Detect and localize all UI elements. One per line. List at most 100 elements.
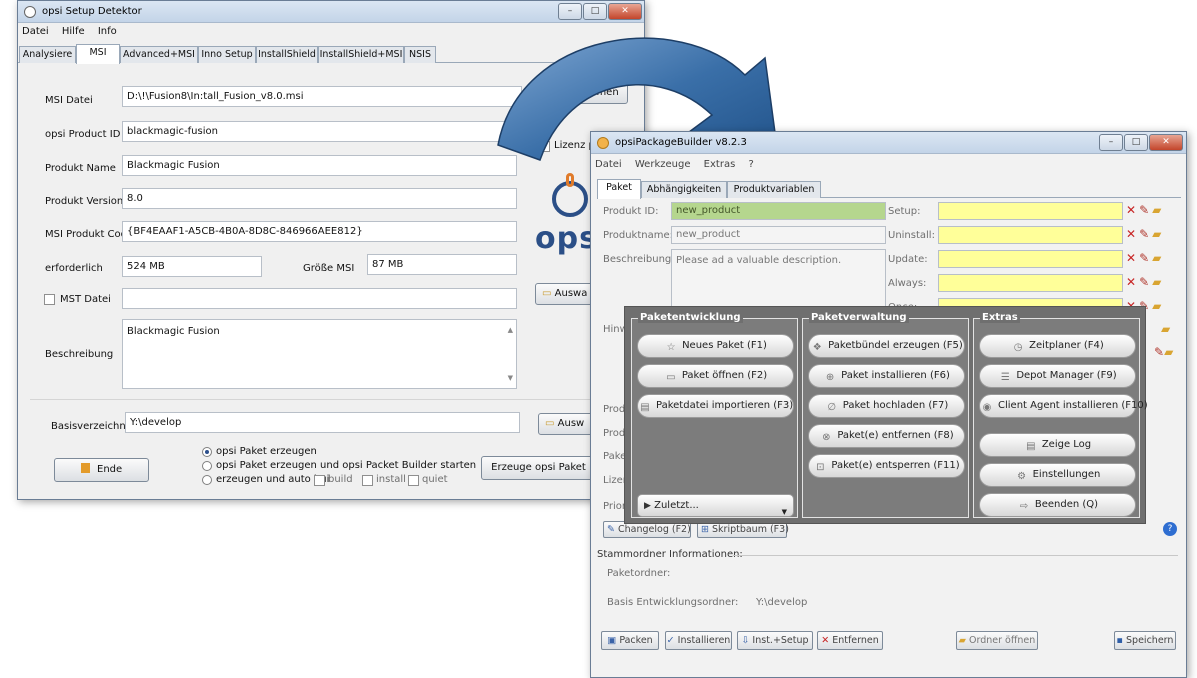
close-button[interactable]: ✕ <box>1149 134 1183 151</box>
build-checkbox[interactable] <box>314 475 325 486</box>
groesse-label: Größe MSI <box>303 263 355 274</box>
edit-icon[interactable]: ✎ <box>1139 251 1149 265</box>
produkt-id-field[interactable]: new_product <box>671 202 886 220</box>
maximize-button[interactable]: □ <box>583 3 607 20</box>
maximize-button[interactable]: □ <box>1124 134 1148 151</box>
edit-icon[interactable]: ✎ <box>1139 227 1149 241</box>
stammordner-header: Stammordner Informationen: <box>597 549 743 560</box>
minimize-button[interactable]: – <box>1099 134 1123 151</box>
install-checkbox[interactable] <box>362 475 373 486</box>
produktname-field[interactable]: new_product <box>671 226 886 244</box>
tab-msi[interactable]: MSI <box>76 44 120 64</box>
scroll-up-icon[interactable]: ▲ <box>508 323 513 337</box>
msi-code-field[interactable]: {BF4EAAF1-A5CB-4B0A-8D8C-846966AEE812} <box>122 221 517 242</box>
tab-abhaengigkeiten[interactable]: Abhängigkeiten <box>641 181 727 198</box>
packen-label: Packen <box>619 635 653 646</box>
delete-icon[interactable]: ✕ <box>1126 275 1136 289</box>
tab-installshield-msi[interactable]: InstallShield+MSI <box>318 46 404 63</box>
zeige-log-button[interactable]: ▤ Zeige Log <box>979 433 1136 457</box>
folder-icon[interactable]: ▰ <box>1164 345 1173 359</box>
speichern-button[interactable]: ▪ Speichern <box>1114 631 1176 650</box>
tab-produktvariablen[interactable]: Produktvariablen <box>727 181 821 198</box>
paket-hochladen-button[interactable]: ∅ Paket hochladen (F7) <box>808 394 965 418</box>
edit-icon[interactable]: ✎ <box>1139 203 1149 217</box>
einstellungen-button[interactable]: ⚙ Einstellungen <box>979 463 1136 487</box>
radio-opsi-paket-builder[interactable] <box>202 461 212 471</box>
menu-datei[interactable]: Datei <box>595 159 622 170</box>
mst-label: MST Datei <box>60 294 111 305</box>
paket-installieren-button[interactable]: ⊕ Paket installieren (F6) <box>808 364 965 388</box>
ende-button[interactable]: Ende <box>54 458 149 482</box>
paket-oeffnen-button[interactable]: ▭ Paket öffnen (F2) <box>637 364 794 388</box>
close-button[interactable]: ✕ <box>608 3 642 20</box>
radio-opsi-paket[interactable] <box>202 447 212 457</box>
installieren-button[interactable]: ✓ Installieren <box>665 631 732 650</box>
neues-paket-button[interactable]: ☆ Neues Paket (F1) <box>637 334 794 358</box>
edit-icon[interactable]: ✎ <box>1139 275 1149 289</box>
paket-entfernen-button[interactable]: ⊗ Paket(e) entfernen (F8) <box>808 424 965 448</box>
agent-icon: ◉ <box>982 402 992 413</box>
depot-manager-button[interactable]: ☰ Depot Manager (F9) <box>979 364 1136 388</box>
tab-nsis[interactable]: NSIS <box>404 46 436 63</box>
delete-icon[interactable]: ✕ <box>1126 203 1136 217</box>
beenden-button[interactable]: ⇨ Beenden (Q) <box>979 493 1136 517</box>
panel-extras: Extras ◷ Zeitplaner (F4) ☰ Depot Manager (… <box>973 312 1148 518</box>
folder-icon[interactable]: ▰ <box>1152 299 1161 313</box>
menu-info[interactable]: Info <box>98 26 117 37</box>
beschreibung-field[interactable]: Blackmagic Fusion ▲ ▼ <box>122 319 517 389</box>
tab-advanced-msi[interactable]: Advanced+MSI <box>120 46 198 63</box>
paketbuendel-erzeugen-button[interactable]: ❖ Paketbündel erzeugen (F5) <box>808 334 965 358</box>
menu-extras[interactable]: Extras <box>704 159 736 170</box>
product-id-field[interactable]: blackmagic-fusion <box>122 121 522 142</box>
tab-analysiere[interactable]: Analysiere <box>19 46 76 63</box>
tab-inno-setup[interactable]: Inno Setup <box>198 46 256 63</box>
paket-entsperren-button[interactable]: ⊡ Paket(e) entsperren (F11) <box>808 454 965 478</box>
menu-datei[interactable]: Datei <box>22 26 49 37</box>
menu-help[interactable]: ? <box>748 159 753 170</box>
entfernen-button[interactable]: ✕ Entfernen <box>817 631 883 650</box>
client-agent-button[interactable]: ◉ Client Agent installieren (F10) <box>979 394 1148 418</box>
scroll-down-icon[interactable]: ▼ <box>508 371 513 385</box>
folder-icon[interactable]: ▰ <box>1152 203 1161 217</box>
folder-icon[interactable]: ▰ <box>1152 227 1161 241</box>
inst-setup-button[interactable]: ⇩ Inst.+Setup <box>737 631 813 650</box>
zeitplaner-button[interactable]: ◷ Zeitplaner (F4) <box>979 334 1136 358</box>
tab-paket[interactable]: Paket <box>597 179 641 199</box>
menu-hilfe[interactable]: Hilfe <box>62 26 85 37</box>
quiet-checkbox[interactable] <box>408 475 419 486</box>
builder-titlebar[interactable]: opsiPackageBuilder v8.2.3 – □ ✕ <box>591 132 1186 154</box>
ordner-oeffnen-button[interactable]: ▰ Ordner öffnen <box>956 631 1038 650</box>
produkt-version-field[interactable]: 8.0 <box>122 188 517 209</box>
radio-auto-build[interactable] <box>202 475 212 485</box>
beschreibung-label: Beschreibung <box>45 349 114 360</box>
menu-werkzeuge[interactable]: Werkzeuge <box>635 159 691 170</box>
setup-field[interactable] <box>938 202 1123 220</box>
mst-field[interactable] <box>122 288 517 309</box>
folder-icon[interactable]: ▰ <box>1152 251 1161 265</box>
paket-entsperren-label: Paket(e) entsperren (F11) <box>831 460 960 471</box>
tab-installshield[interactable]: InstallShield <box>256 46 318 63</box>
install-label: install <box>376 474 406 485</box>
produkt-name-field[interactable]: Blackmagic Fusion <box>122 155 517 176</box>
erforderlich-field[interactable]: 524 MB <box>122 256 262 277</box>
groesse-field[interactable]: 87 MB <box>367 254 517 275</box>
zuletzt-button[interactable]: ▶ Zuletzt... ▼ <box>637 494 794 517</box>
delete-icon[interactable]: ✕ <box>1126 251 1136 265</box>
delete-icon[interactable]: ✕ <box>1126 227 1136 241</box>
packen-button[interactable]: ▣ Packen <box>601 631 659 650</box>
always-field[interactable] <box>938 274 1123 292</box>
basis-field[interactable]: Y:\develop <box>125 412 520 433</box>
edit-icon[interactable]: ✎ <box>1154 345 1164 359</box>
paketdatei-importieren-button[interactable]: ▤ Paketdatei importieren (F3) <box>637 394 794 418</box>
update-field[interactable] <box>938 250 1123 268</box>
erzeuge-button[interactable]: Erzeuge opsi Paket <box>481 456 596 480</box>
auswahl-label-2: Ausw <box>557 418 585 429</box>
mst-checkbox[interactable] <box>44 294 55 305</box>
minimize-button[interactable]: – <box>558 3 582 20</box>
msi-datei-field[interactable]: D:\!\Fusion8\In:tall_Fusion_v8.0.msi <box>122 86 522 107</box>
help-icon[interactable]: ? <box>1163 522 1177 536</box>
basis-entwicklung-value: Y:\develop <box>756 597 808 608</box>
folder-icon[interactable]: ▰ <box>1152 275 1161 289</box>
uninstall-field[interactable] <box>938 226 1123 244</box>
folder-icon[interactable]: ▰ <box>1161 322 1170 336</box>
